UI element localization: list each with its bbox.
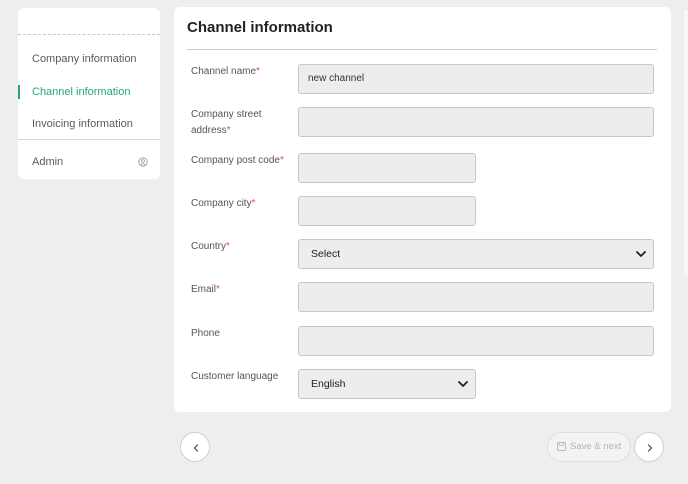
select-value: English — [311, 378, 346, 390]
save-icon — [557, 442, 566, 451]
post-code-input[interactable] — [298, 153, 476, 183]
phone-input[interactable] — [298, 326, 654, 356]
label-text: Company post code — [191, 155, 280, 166]
street-address-input[interactable] — [298, 107, 654, 137]
page-title: Channel information — [187, 19, 333, 36]
label-text: Email — [191, 284, 217, 295]
channel-name-input[interactable]: new channel — [298, 64, 654, 94]
street-address-label: Company street address* — [191, 107, 296, 139]
label-text: Phone — [191, 328, 220, 339]
sidebar-item-company-information[interactable]: Company information — [18, 48, 160, 70]
email-input[interactable] — [298, 282, 654, 312]
label-text: address — [191, 125, 227, 136]
sidebar-item-label: Invoicing information — [32, 118, 133, 130]
label-text: Channel name — [191, 66, 257, 77]
label-text: Company city — [191, 198, 252, 209]
sidebar-item-label: Channel information — [32, 86, 131, 98]
chevron-down-icon — [458, 381, 468, 387]
channel-information-card: Channel information Channel name* new ch… — [174, 7, 671, 412]
sidebar: Company information Channel information … — [18, 8, 160, 179]
previous-button[interactable] — [180, 432, 210, 462]
label-text: Customer language — [191, 371, 279, 382]
required-marker: * — [279, 155, 284, 166]
channel-name-label: Channel name* — [191, 64, 296, 80]
select-value: Select — [311, 248, 341, 260]
city-label: Company city* — [191, 196, 296, 212]
save-and-next-label: Save & next — [570, 441, 622, 452]
chevron-left-icon — [193, 444, 199, 452]
sidebar-item-label: Company information — [32, 53, 137, 65]
required-marker: * — [251, 198, 256, 209]
required-marker: * — [216, 284, 220, 295]
post-code-label: Company post code* — [191, 153, 296, 169]
customer-language-label: Customer language — [191, 369, 296, 385]
chevron-down-icon — [636, 251, 646, 257]
label-text: Company street — [191, 109, 262, 120]
chevron-right-icon — [647, 444, 653, 452]
title-divider — [187, 49, 657, 50]
required-marker: * — [256, 66, 260, 77]
active-indicator — [18, 85, 20, 99]
email-label: Email* — [191, 282, 296, 298]
sidebar-item-invoicing-information[interactable]: Invoicing information — [18, 113, 160, 135]
sidebar-item-label: Admin — [32, 156, 64, 168]
customer-language-select[interactable]: English — [298, 369, 476, 399]
country-label: Country* — [191, 239, 296, 255]
sidebar-item-admin[interactable]: Admin — [18, 151, 160, 173]
phone-label: Phone — [191, 326, 296, 342]
required-marker: * — [226, 125, 231, 136]
save-and-next-button[interactable]: Save & next — [547, 432, 631, 462]
user-circle-icon — [138, 157, 148, 167]
sidebar-item-channel-information[interactable]: Channel information — [18, 81, 160, 103]
country-select[interactable]: Select — [298, 239, 654, 269]
sidebar-divider — [18, 139, 160, 140]
sidebar-dashed-divider — [18, 34, 160, 35]
required-marker: * — [226, 241, 230, 252]
label-text: Country — [191, 241, 227, 252]
input-value: new channel — [308, 73, 365, 84]
next-button[interactable] — [634, 432, 664, 462]
scrollbar-track[interactable] — [684, 10, 688, 275]
city-input[interactable] — [298, 196, 476, 226]
